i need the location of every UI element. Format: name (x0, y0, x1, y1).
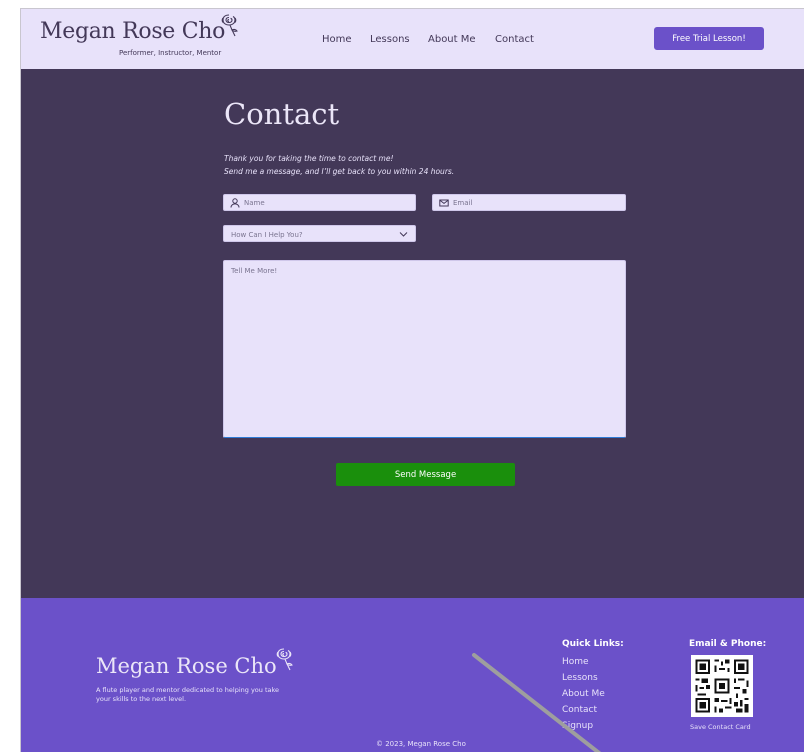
footer-link-signup[interactable]: Signup (562, 721, 593, 731)
nav-lessons[interactable]: Lessons (370, 34, 410, 45)
contact-intro: Thank you for taking the time to contact… (224, 152, 454, 178)
footer-link-home[interactable]: Home (562, 657, 589, 667)
footer-link-about-me[interactable]: About Me (562, 689, 605, 699)
save-contact-card-link[interactable]: Save Contact Card (690, 723, 751, 731)
copyright: © 2023, Megan Rose Cho (376, 740, 466, 748)
rose-logo-icon (276, 648, 293, 671)
footer-link-lessons[interactable]: Lessons (562, 673, 598, 683)
mail-icon (439, 199, 449, 207)
message-textarea[interactable]: Tell Me More! (223, 260, 626, 438)
page-title: Contact (224, 97, 340, 131)
message-placeholder: Tell Me More! (231, 267, 278, 275)
nav-about-me[interactable]: About Me (428, 34, 476, 45)
email-placeholder: Email (453, 199, 473, 207)
brand-tagline: Performer, Instructor, Mentor (119, 49, 222, 57)
footer-description: A flute player and mentor dedicated to h… (96, 686, 280, 703)
name-field[interactable]: Name (223, 194, 416, 211)
footer-link-contact[interactable]: Contact (562, 705, 597, 715)
nav-home[interactable]: Home (322, 34, 352, 45)
help-select-value: How Can I Help You? (231, 231, 303, 239)
send-message-button[interactable]: Send Message (336, 463, 515, 486)
brand-name[interactable]: Megan Rose Cho (40, 19, 225, 44)
rose-logo-icon (221, 14, 238, 37)
qr-code-icon[interactable] (691, 655, 753, 717)
intro-line-2: Send me a message, and I’ll get back to … (224, 167, 455, 176)
free-trial-lesson-button[interactable]: Free Trial Lesson! (654, 27, 764, 50)
user-icon (230, 198, 240, 208)
email-field[interactable]: Email (432, 194, 626, 211)
footer-brand-name: Megan Rose Cho (96, 654, 277, 678)
email-phone-heading: Email & Phone: (689, 639, 767, 649)
help-select[interactable]: How Can I Help You? (223, 225, 416, 242)
name-placeholder: Name (244, 199, 265, 207)
quick-links-heading: Quick Links: (562, 639, 624, 649)
chevron-down-icon (399, 232, 408, 237)
page: Megan Rose Cho Performer, Instructor, Me… (21, 9, 804, 752)
site-header: Megan Rose Cho Performer, Instructor, Me… (21, 9, 804, 69)
site-footer: Megan Rose Cho A flute player and mentor… (21, 598, 804, 752)
nav-contact[interactable]: Contact (495, 34, 534, 45)
intro-line-1: Thank you for taking the time to contact… (224, 154, 394, 163)
